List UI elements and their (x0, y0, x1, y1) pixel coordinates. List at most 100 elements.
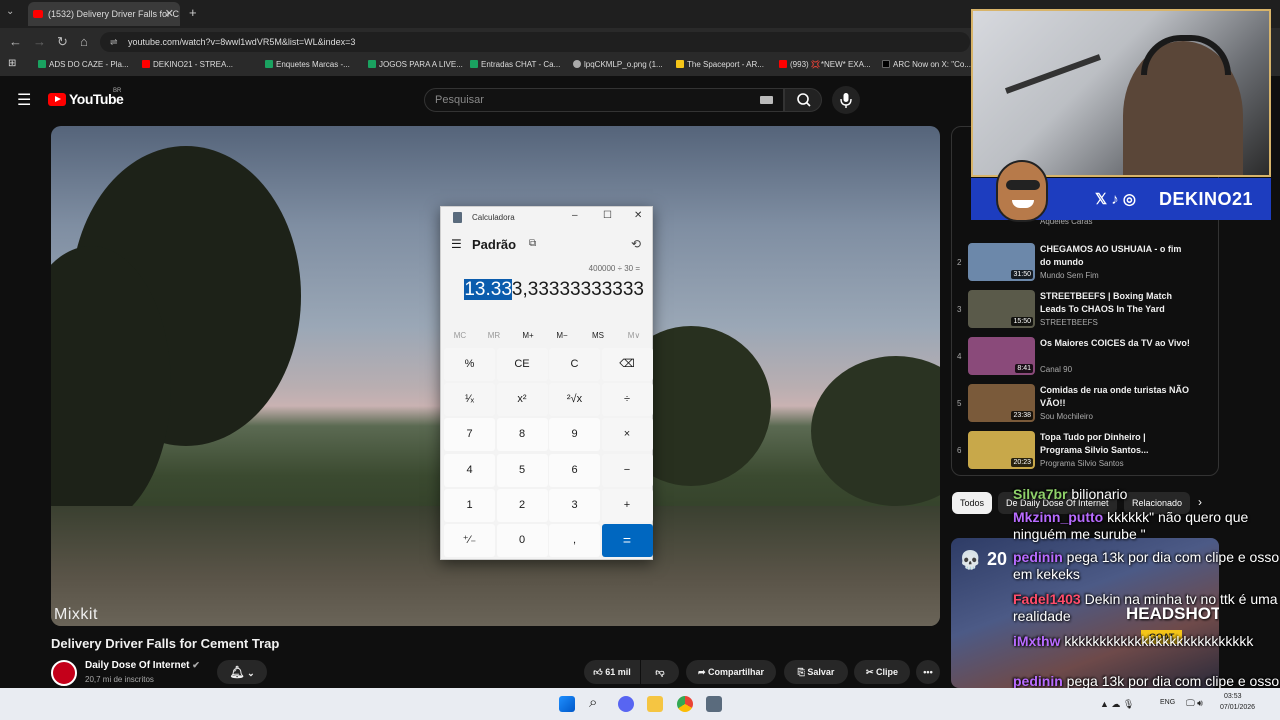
digit-4-key[interactable]: 4 (444, 453, 495, 487)
tab-list-icon[interactable]: ⌄ (6, 6, 14, 17)
bookmark-item[interactable]: JOGOS PARA A LIVE... (368, 60, 463, 69)
save-button[interactable]: ⎘ Salvar (784, 660, 848, 684)
negate-key[interactable]: ⁺⁄₋ (444, 524, 495, 557)
history-icon[interactable]: ⟲ (631, 237, 641, 251)
url-input[interactable]: ⇌ youtube.com/watch?v=8wwl1wdVR5M&list=W… (100, 32, 970, 52)
digit-2-key[interactable]: 2 (496, 488, 548, 522)
clock-date[interactable]: 07/01/2026 (1220, 704, 1255, 711)
chrome-icon[interactable] (677, 696, 693, 712)
menu-icon[interactable]: ☰ (17, 90, 31, 110)
playlist-item-thumbnail[interactable]: 23:38 (968, 384, 1035, 422)
home-icon[interactable]: ⌂ (80, 34, 88, 49)
playlist-item-thumbnail[interactable]: 20:23 (968, 431, 1035, 469)
playlist-item[interactable]: 5 23:38 Comidas de rua onde turistas NÃO V… (952, 382, 1218, 428)
discord-icon[interactable] (618, 696, 634, 712)
calculator-taskbar-icon[interactable] (706, 696, 722, 712)
bookmark-item[interactable]: DEKINO21 - STREA... (142, 60, 233, 69)
decimal-key[interactable]: , (549, 524, 600, 557)
playlist-item[interactable]: 4 8:41 Os Maiores COICES da TV ao Vivo! Can… (952, 335, 1218, 381)
file-explorer-icon[interactable] (647, 696, 663, 712)
digit-0-key[interactable]: 0 (496, 524, 548, 557)
digit-6-key[interactable]: 6 (549, 453, 600, 487)
bookmark-item[interactable]: Entradas CHAT - Ca... (470, 60, 560, 69)
bookmark-item[interactable]: (993) 💢*NEW* EXA... (779, 60, 871, 69)
digit-8-key[interactable]: 8 (496, 418, 548, 452)
divide-key[interactable]: ÷ (601, 383, 653, 417)
backspace-key[interactable]: ⌫ (601, 348, 653, 381)
channel-name[interactable]: Daily Dose Of Internet ✔ (85, 660, 200, 671)
share-button[interactable]: ➦ Compartilhar (686, 660, 776, 684)
channel-avatar[interactable] (51, 660, 77, 686)
memory-button[interactable]: MC (443, 331, 477, 340)
site-info-icon[interactable]: ⇌ (110, 32, 118, 52)
reload-icon[interactable]: ↻ (57, 34, 68, 50)
filter-chip[interactable]: Todos (952, 492, 993, 514)
playlist-item-thumbnail[interactable]: 8:41 (968, 337, 1035, 375)
tab-close-icon[interactable]: ✕ (165, 2, 174, 26)
equals-key[interactable]: = (601, 524, 653, 557)
more-actions-button[interactable]: ••• (916, 660, 940, 684)
new-tab-button[interactable]: + (189, 5, 197, 20)
playlist-item-thumbnail[interactable]: 31:50 (968, 243, 1035, 281)
forward-icon[interactable]: → (33, 34, 46, 49)
playlist-item-title[interactable]: Topa Tudo por Dinheiro | Programa Silvio… (1040, 431, 1190, 457)
keyboard-icon[interactable] (760, 96, 773, 104)
add-key[interactable]: + (601, 488, 653, 522)
back-icon[interactable]: ← (9, 34, 22, 49)
playlist-item-title[interactable]: STREETBEEFS | Boxing Match Leads To CHAO… (1040, 290, 1190, 316)
hamburger-menu-icon[interactable]: ☰ (451, 237, 462, 251)
search-icon[interactable]: ⌕ (589, 694, 605, 711)
search-input[interactable]: Pesquisar (424, 88, 784, 112)
bookmark-item[interactable]: ADS DO CAZE - Pla... (38, 60, 129, 69)
memory-button[interactable]: M+ (511, 331, 545, 340)
clip-button[interactable]: ✂ Clipe (854, 660, 910, 684)
bookmark-item[interactable]: ARC Now on X: "Co... (882, 60, 971, 69)
digit-3-key[interactable]: 3 (549, 488, 600, 522)
minimize-icon[interactable]: – (572, 210, 578, 221)
bookmark-item[interactable]: lpqCKMLP_o.png (1... (573, 60, 663, 69)
voice-search-button[interactable] (832, 86, 860, 114)
maximize-icon[interactable]: ☐ (603, 210, 612, 221)
playlist-item-title[interactable]: Comidas de rua onde turistas NÃO VÃO!! (1040, 384, 1190, 410)
playlist-item-title[interactable]: CHEGAMOS AO USHUAIA - o fim do mundo (1040, 243, 1190, 269)
playlist-item[interactable]: 3 15:50 STREETBEEFS | Boxing Match Leads T… (952, 288, 1218, 334)
playlist-item-thumbnail[interactable]: 15:50 (968, 290, 1035, 328)
language-indicator[interactable]: ENG (1160, 699, 1175, 706)
square-root-key[interactable]: ²√x (549, 383, 600, 417)
like-button[interactable]: 👍︎ 61 mil (584, 660, 640, 684)
reciprocal-key[interactable]: ¹⁄ₓ (444, 383, 495, 417)
network-volume-icons[interactable]: 🖵︎ 🔊︎ (1186, 698, 1203, 709)
multiply-key[interactable]: × (601, 418, 653, 452)
clock-time[interactable]: 03:53 (1224, 693, 1242, 700)
notifications-button[interactable]: 🔔︎ ⌄ (217, 660, 267, 684)
clear-entry-key[interactable]: CE (496, 348, 548, 381)
square-key[interactable]: x² (496, 383, 548, 417)
dislike-button[interactable]: 👎︎ (641, 660, 679, 684)
close-icon[interactable]: ✕ (634, 210, 642, 221)
digit-9-key[interactable]: 9 (549, 418, 600, 452)
memory-button[interactable]: MR (477, 331, 511, 340)
memory-button[interactable]: M∨ (617, 331, 651, 340)
calculator-display[interactable]: 13.333,33333333333 (464, 279, 644, 301)
playlist-item[interactable]: 2 31:50 CHEGAMOS AO USHUAIA - o fim do mun… (952, 241, 1218, 287)
subtract-key[interactable]: − (601, 453, 653, 487)
browser-tab[interactable]: (1532) Delivery Driver Falls for C ✕ (28, 2, 180, 26)
digit-1-key[interactable]: 1 (444, 488, 495, 522)
percent-key[interactable]: % (444, 348, 495, 381)
clear-key[interactable]: C (549, 348, 600, 381)
youtube-logo-icon[interactable] (48, 93, 66, 106)
playlist-item[interactable]: 6 20:23 Topa Tudo por Dinheiro | Programa … (952, 429, 1218, 475)
memory-button[interactable]: M− (545, 331, 579, 340)
apps-grid-icon[interactable]: ⊞ (8, 58, 16, 69)
search-button[interactable] (784, 88, 822, 112)
bookmark-item[interactable]: The Spaceport - AR... (676, 60, 764, 69)
memory-button[interactable]: MS (581, 331, 615, 340)
bookmark-item[interactable]: Enquetes Marcas -... (265, 60, 350, 69)
keep-on-top-icon[interactable]: ⧉ (529, 238, 536, 249)
start-menu-icon[interactable] (559, 696, 575, 712)
calculator-window[interactable]: Calculadora – ☐ ✕ ☰ Padrão ⧉ ⟲ 400000 ÷ … (440, 206, 653, 560)
system-tray-icons[interactable]: ▲ ☁ 🎙︎ (1100, 699, 1134, 710)
digit-5-key[interactable]: 5 (496, 453, 548, 487)
digit-7-key[interactable]: 7 (444, 418, 495, 452)
playlist-item-title[interactable]: Os Maiores COICES da TV ao Vivo! (1040, 337, 1190, 350)
